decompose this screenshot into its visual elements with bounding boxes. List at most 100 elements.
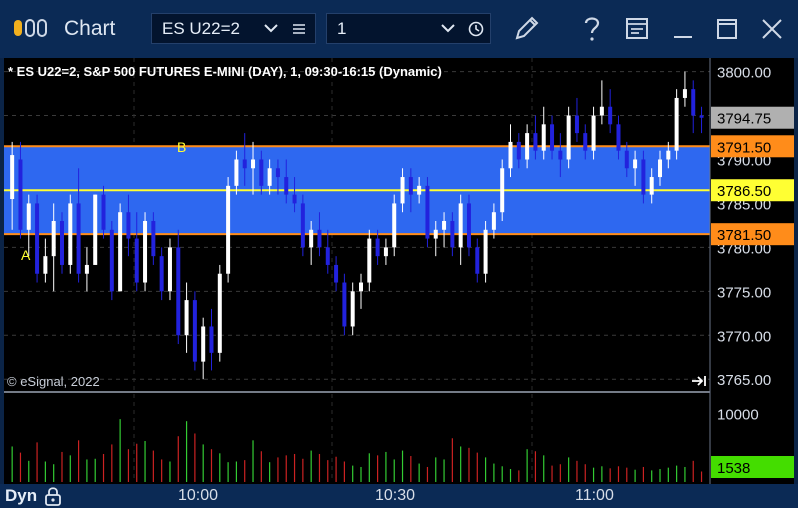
- candle-body: [616, 124, 621, 151]
- mid-price-tag-label: 3786.50: [717, 183, 771, 200]
- volume-layer: [11, 419, 703, 482]
- candle-body: [309, 229, 314, 248]
- lower-price-tag-label: 3781.50: [717, 227, 771, 244]
- candle-body: [292, 194, 297, 204]
- price-tick-label: 3775.00: [717, 284, 771, 301]
- volume-tick-label: 10000: [717, 407, 759, 424]
- clock-icon[interactable]: [468, 21, 484, 37]
- candle-body: [483, 229, 488, 274]
- candle-body: [217, 273, 222, 353]
- candle-body: [666, 150, 671, 160]
- candle-body: [284, 177, 289, 195]
- price-tick-label: 3770.00: [717, 328, 771, 345]
- candle-body: [184, 300, 189, 336]
- candle-body: [458, 203, 463, 248]
- time-axis-label: 10:00: [178, 487, 219, 504]
- time-axis-label: 11:00: [575, 487, 614, 504]
- candle-body: [591, 115, 596, 151]
- candle-body: [383, 247, 388, 257]
- candle-body: [425, 185, 430, 239]
- candle-body: [599, 106, 604, 116]
- candle-body: [442, 221, 447, 230]
- lock-icon[interactable]: [44, 486, 62, 506]
- time-axis-label: 10:30: [375, 487, 416, 504]
- candle-body: [226, 185, 231, 274]
- candle-body: [658, 159, 663, 178]
- candle-body: [51, 221, 56, 257]
- candle-body: [641, 159, 646, 195]
- candle-body: [417, 185, 422, 195]
- candle-body: [500, 168, 505, 213]
- interval-value: 1: [337, 19, 347, 38]
- maximize-icon[interactable]: [710, 12, 744, 46]
- candle-body: [433, 229, 438, 239]
- interval-selector[interactable]: 1: [326, 13, 491, 44]
- draw-pencil-icon[interactable]: [509, 12, 543, 46]
- candle-body: [26, 203, 31, 230]
- candle-body: [682, 89, 687, 98]
- candle-body: [475, 247, 480, 274]
- scroll-to-end-icon[interactable]: [692, 376, 706, 386]
- close-icon[interactable]: [755, 12, 789, 46]
- symbol-selector[interactable]: ES U22=2: [151, 13, 316, 44]
- candle-body: [143, 221, 148, 283]
- candle-body: [392, 203, 397, 248]
- candle-body: [334, 264, 339, 283]
- chart-window: Chart ES U22=2 1 3800.00 3790.00 3785.00…: [0, 0, 798, 508]
- candle-body: [325, 247, 330, 265]
- title-bar: Chart ES U22=2 1: [0, 0, 798, 58]
- candle-body: [93, 194, 98, 265]
- candle-body: [491, 212, 496, 230]
- chevron-down-icon[interactable]: [264, 24, 278, 33]
- last-price-tag-label: 3794.75: [717, 111, 771, 128]
- price-tick-label: 3800.00: [717, 65, 771, 82]
- candle-body: [300, 203, 305, 248]
- candle-body: [43, 256, 48, 274]
- candle-body: [59, 221, 64, 265]
- copyright-text: © eSignal, 2022: [7, 374, 100, 389]
- candle-body: [76, 203, 81, 274]
- arrow-right-icon: [692, 376, 704, 386]
- candle-body: [350, 291, 355, 327]
- candle-body: [574, 115, 579, 134]
- candle-body: [201, 326, 206, 362]
- candle-body: [151, 221, 156, 257]
- price-chart[interactable]: 3800.003795.003790.003785.003780.003775.…: [4, 58, 794, 484]
- candle-body: [275, 168, 280, 178]
- candle-body: [674, 97, 679, 151]
- candle-body: [167, 247, 172, 292]
- candle-body: [541, 124, 546, 151]
- candle-body: [408, 177, 413, 195]
- candle-body: [209, 326, 214, 353]
- candle-body: [649, 177, 654, 195]
- candle-body: [566, 115, 571, 160]
- candle-body: [267, 168, 272, 186]
- candle-body: [159, 256, 164, 292]
- candle-body: [192, 300, 197, 362]
- candle-body: [533, 133, 538, 151]
- candle-body: [18, 159, 23, 230]
- candle-body: [68, 203, 73, 265]
- candle-body: [134, 238, 139, 283]
- candle-body: [624, 150, 629, 169]
- chevron-down-icon[interactable]: [441, 24, 455, 33]
- dynamic-mode-label[interactable]: Dyn: [5, 486, 37, 506]
- candle-body: [699, 115, 704, 118]
- candle-body: [317, 229, 322, 248]
- candle-body: [583, 133, 588, 151]
- status-bar: Dyn 10:00 10:30 11:00: [0, 484, 798, 508]
- help-icon[interactable]: [575, 12, 609, 46]
- candle-body: [259, 159, 264, 186]
- minimize-icon[interactable]: [666, 12, 700, 46]
- candle-body: [550, 124, 555, 151]
- symbol-list-icon[interactable]: [292, 23, 306, 35]
- candle-body: [359, 282, 363, 292]
- candle-body: [101, 194, 106, 230]
- window-title: Chart: [64, 17, 116, 40]
- candle-body: [242, 159, 247, 169]
- properties-icon[interactable]: [620, 12, 654, 46]
- candle-body: [10, 155, 15, 200]
- volume-last-tag-label: 1538: [717, 460, 750, 477]
- candle-body: [367, 238, 372, 283]
- chart-panel[interactable]: 3800.003795.003790.003785.003780.003775.…: [4, 58, 794, 484]
